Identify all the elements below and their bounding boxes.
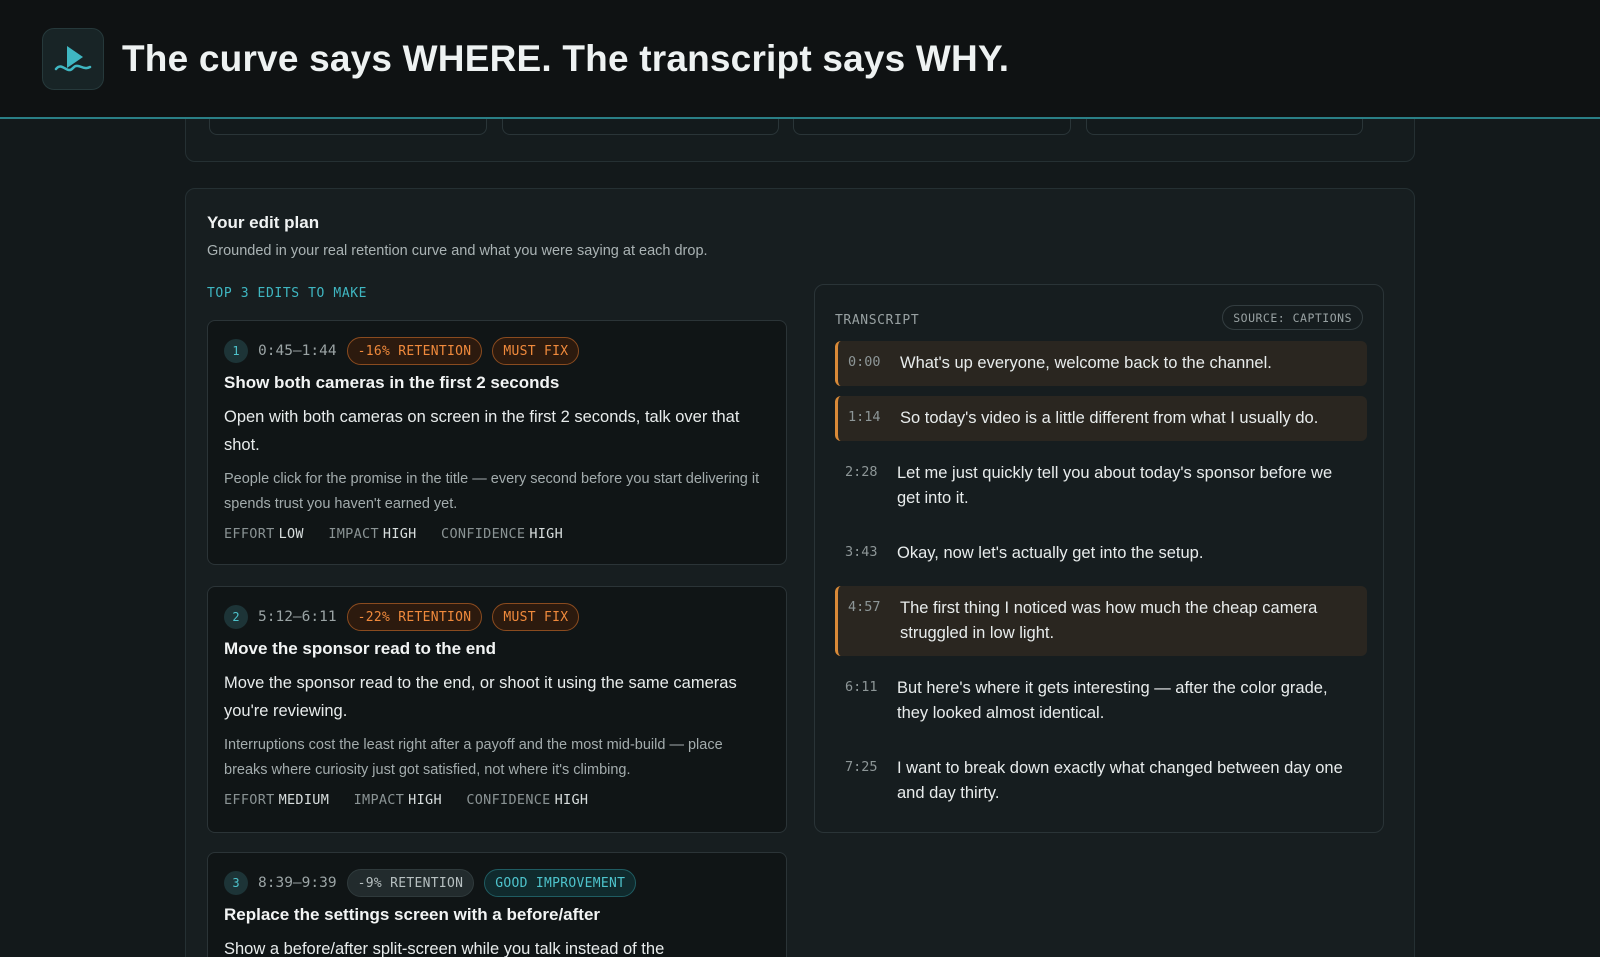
timestamp: 2:28: [845, 464, 878, 480]
timestamp: 3:43: [845, 544, 878, 560]
confidence-value: HIGH: [554, 792, 589, 808]
effort-value: MEDIUM: [278, 792, 330, 808]
transcript-line[interactable]: 2:28 Let me just quickly tell you about …: [835, 451, 1367, 521]
plan-title: Your edit plan: [207, 213, 320, 232]
timestamp: 6:11: [845, 679, 878, 695]
edit-title: Move the sponsor read to the end: [224, 639, 497, 658]
time-range: 5:12–6:11: [258, 609, 337, 625]
effort-label: EFFORT: [224, 792, 275, 808]
transcript-line[interactable]: 3:43 Okay, now let's actually get into t…: [835, 531, 1367, 576]
edit-action: Open with both cameras on screen in the …: [224, 408, 740, 454]
effort-label: EFFORT: [224, 526, 275, 542]
priority-badge: MUST FIX: [492, 603, 580, 631]
time-range: 8:39–9:39: [258, 875, 337, 891]
line-text: What's up everyone, welcome back to the …: [900, 354, 1272, 372]
page-headline: The curve says WHERE. The transcript say…: [122, 37, 1010, 79]
line-text: But here's where it gets interesting — a…: [897, 679, 1328, 722]
time-range: 0:45–1:44: [258, 343, 337, 359]
retention-badge: -16% RETENTION: [346, 337, 483, 365]
impact-label: IMPACT: [353, 792, 405, 808]
edit-number: 1: [224, 339, 248, 363]
priority-badge: GOOD IMPROVEMENT: [484, 869, 637, 897]
impact-value: HIGH: [408, 792, 442, 808]
priority-badge: MUST FIX: [492, 337, 580, 365]
edit-number: 3: [224, 871, 248, 895]
line-text: Let me just quickly tell you about today…: [897, 464, 1333, 507]
confidence-label: CONFIDENCE: [441, 526, 526, 542]
edit-metrics: EFFORT LOW IMPACT HIGH CONFIDENCE HIGH: [224, 526, 770, 542]
impact-value: HIGH: [382, 526, 417, 542]
play-wave-icon: [42, 27, 104, 90]
top-header: The curve says WHERE. The transcript say…: [0, 0, 1600, 119]
effort-value: LOW: [278, 526, 304, 542]
impact-label: IMPACT: [328, 526, 379, 542]
edit-card-header: 1 0:45–1:44 -16% RETENTION MUST FIX: [224, 337, 770, 365]
edit-number: 2: [224, 605, 248, 629]
line-text: Okay, now let's actually get into the se…: [897, 544, 1204, 562]
transcript-panel: TRANSCRIPT SOURCE: CAPTIONS 0:00 What's …: [814, 284, 1384, 833]
confidence-label: CONFIDENCE: [466, 792, 551, 808]
edit-card-header: 2 5:12–6:11 -22% RETENTION MUST FIX: [224, 603, 770, 631]
plan-subtitle: Grounded in your real retention curve an…: [207, 243, 708, 259]
transcript-line[interactable]: 1:14 So today's video is a little differ…: [835, 396, 1367, 441]
timestamp: 0:00: [848, 354, 881, 370]
confidence-value: HIGH: [529, 526, 564, 542]
top-edits-label: TOP 3 EDITS TO MAKE: [207, 286, 368, 301]
edit-action: Show a before/after split-screen while y…: [224, 940, 665, 957]
edit-card-2[interactable]: 2 5:12–6:11 -22% RETENTION MUST FIX Move…: [207, 586, 787, 833]
transcript-line[interactable]: 7:25 I want to break down exactly what c…: [835, 746, 1367, 815]
edit-card-1[interactable]: 1 0:45–1:44 -16% RETENTION MUST FIX Show…: [207, 320, 787, 565]
edit-action: Move the sponsor read to the end, or sho…: [224, 674, 737, 720]
edit-card-3[interactable]: 3 8:39–9:39 -9% RETENTION GOOD IMPROVEME…: [207, 852, 787, 957]
transcript-lines[interactable]: 0:00 What's up everyone, welcome back to…: [835, 341, 1367, 815]
transcript-line[interactable]: 6:11 But here's where it gets interestin…: [835, 666, 1367, 736]
transcript-label: TRANSCRIPT: [835, 313, 920, 328]
edit-card-header: 3 8:39–9:39 -9% RETENTION GOOD IMPROVEME…: [224, 869, 770, 897]
timestamp: 7:25: [845, 759, 878, 775]
edit-rationale: Interruptions cost the least right after…: [224, 737, 723, 778]
transcript-line[interactable]: 4:57 The first thing I noticed was how m…: [835, 586, 1367, 656]
edit-title: Replace the settings screen with a befor…: [224, 905, 601, 924]
edit-plan-panel: Your edit plan Grounded in your real ret…: [185, 188, 1415, 957]
line-text: I want to break down exactly what change…: [897, 759, 1343, 802]
transcript-line[interactable]: 0:00 What's up everyone, welcome back to…: [835, 341, 1367, 386]
timestamp: 1:14: [848, 409, 881, 425]
retention-badge: -22% RETENTION: [346, 603, 483, 631]
timestamp: 4:57: [848, 599, 881, 615]
edit-rationale: People click for the promise in the titl…: [224, 471, 760, 512]
edit-metrics: EFFORT MEDIUM IMPACT HIGH CONFIDENCE HIGH: [224, 792, 770, 808]
line-text: The first thing I noticed was how much t…: [900, 599, 1318, 642]
source-badge: SOURCE: CAPTIONS: [1222, 305, 1363, 330]
retention-badge: -9% RETENTION: [346, 869, 475, 897]
edit-title: Show both cameras in the first 2 seconds: [224, 373, 560, 392]
line-text: So today's video is a little different f…: [900, 409, 1319, 427]
